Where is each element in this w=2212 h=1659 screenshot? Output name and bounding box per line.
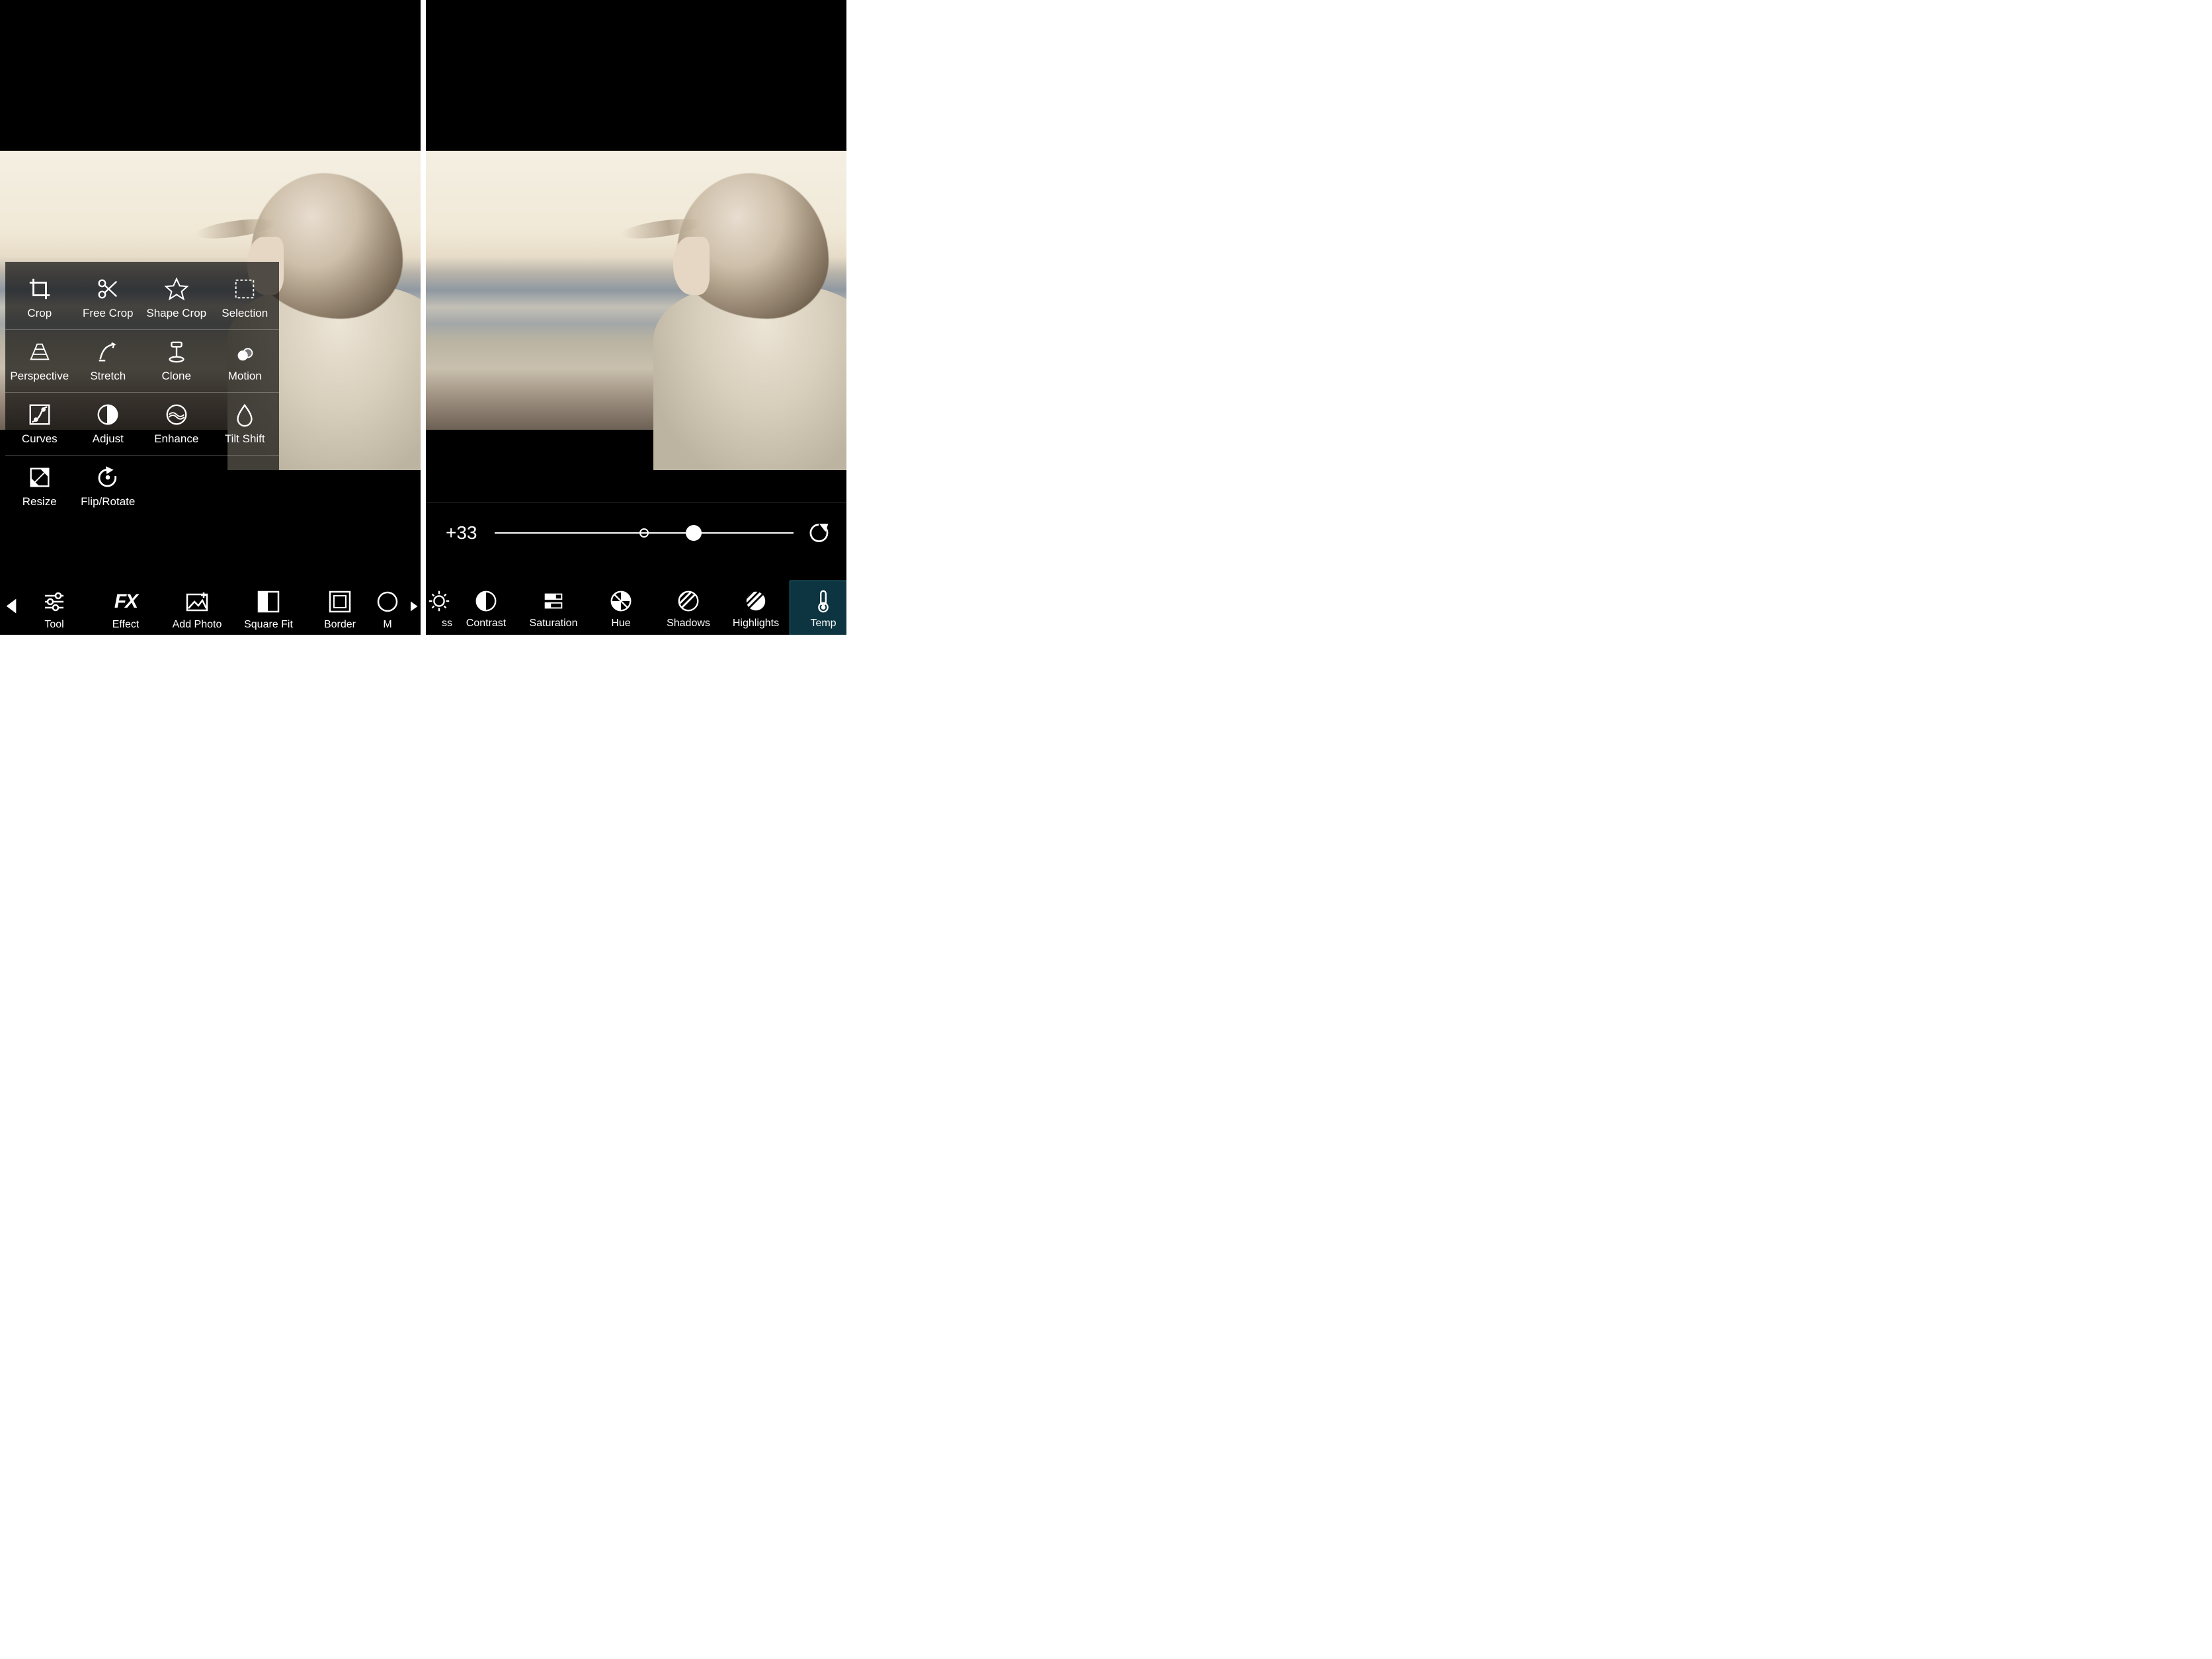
slider-thumb[interactable] bbox=[686, 525, 702, 541]
tool-label: Crop bbox=[27, 307, 52, 320]
tool-crop[interactable]: Crop bbox=[5, 272, 74, 324]
tool-label: Resize bbox=[22, 495, 57, 508]
brightness-icon bbox=[426, 588, 452, 614]
mask-icon bbox=[374, 588, 401, 615]
shadows-icon bbox=[675, 588, 702, 614]
tool-adjust[interactable]: Adjust bbox=[74, 398, 143, 450]
tool-curves[interactable]: Curves bbox=[5, 398, 74, 450]
adjust-shadows[interactable]: Shadows bbox=[655, 581, 722, 635]
tool-label: Curves bbox=[22, 432, 58, 446]
clone-icon bbox=[164, 339, 189, 364]
bottombar-label: Tool bbox=[44, 619, 63, 631]
tool-label: Clone bbox=[162, 370, 191, 383]
adjust-label: Hue bbox=[611, 618, 630, 629]
editor-pane-adjust: +33 ss Contrast Saturation Hue Shadows Highli… bbox=[423, 0, 846, 635]
temp-icon bbox=[810, 588, 837, 614]
star-icon bbox=[164, 276, 189, 302]
tool-shape-crop[interactable]: Shape Crop bbox=[142, 272, 211, 324]
tool-label: Flip/Rotate bbox=[81, 495, 135, 508]
adjust-label: Contrast bbox=[466, 618, 506, 629]
canvas-image bbox=[426, 151, 846, 430]
tool-selection[interactable]: Selection bbox=[211, 272, 280, 324]
contrast-icon bbox=[473, 588, 499, 614]
adjust-label: Temp bbox=[810, 618, 836, 629]
tool-resize[interactable]: Resize bbox=[5, 461, 74, 512]
bottom-toolbar-left: Tool FX Effect Add Photo Square Fit Border M bbox=[0, 578, 421, 635]
bottombar-label: Add Photo bbox=[173, 619, 222, 631]
adjust-icon bbox=[95, 402, 120, 427]
selection-icon bbox=[232, 276, 257, 302]
saturation-icon bbox=[540, 588, 567, 614]
tool-clone[interactable]: Clone bbox=[142, 335, 211, 387]
tool-label: Stretch bbox=[90, 370, 126, 383]
adjust-contrast[interactable]: Contrast bbox=[452, 581, 520, 635]
perspective-icon bbox=[27, 339, 52, 364]
stretch-icon bbox=[95, 339, 120, 364]
editor-pane-tools: Crop Free Crop Shape Crop Selection Perspect… bbox=[0, 0, 423, 635]
tool-label: Enhance bbox=[154, 432, 198, 446]
curves-icon bbox=[27, 402, 52, 427]
bottombar-effect[interactable]: FX Effect bbox=[90, 588, 161, 635]
highlights-icon bbox=[743, 588, 769, 614]
adjust-temp[interactable]: Temp bbox=[790, 581, 846, 635]
adjust-highlights[interactable]: Highlights bbox=[722, 581, 790, 635]
forward-arrow-icon[interactable] bbox=[409, 598, 421, 614]
adjust-label: Saturation bbox=[530, 618, 578, 629]
tool-enhance[interactable]: Enhance bbox=[142, 398, 211, 450]
droplet-icon bbox=[232, 402, 257, 427]
bottombar-border[interactable]: Border bbox=[304, 588, 376, 635]
enhance-icon bbox=[164, 402, 189, 427]
rotate-icon bbox=[95, 465, 120, 490]
adjust-slider-area: +33 bbox=[426, 503, 846, 562]
tool-popup-menu: Crop Free Crop Shape Crop Selection Perspect… bbox=[5, 262, 279, 520]
adjust-label: ss bbox=[442, 618, 452, 629]
square-fit-icon bbox=[255, 588, 282, 615]
adjust-label: Highlights bbox=[733, 618, 779, 629]
tool-label: Adjust bbox=[93, 432, 124, 446]
tool-label: Shape Crop bbox=[146, 307, 206, 320]
slider-value-label: +33 bbox=[446, 522, 483, 544]
bottombar-label: Effect bbox=[112, 619, 140, 631]
bottombar-add-photo[interactable]: Add Photo bbox=[161, 588, 233, 635]
fx-icon: FX bbox=[112, 588, 139, 615]
tool-free-crop[interactable]: Free Crop bbox=[74, 272, 143, 324]
adjust-hue[interactable]: Hue bbox=[587, 581, 655, 635]
bottombar-label: Square Fit bbox=[244, 619, 293, 631]
tool-label: Free Crop bbox=[83, 307, 134, 320]
tool-flip-rotate[interactable]: Flip/Rotate bbox=[74, 461, 143, 512]
slider-center-marker bbox=[639, 528, 649, 538]
border-icon bbox=[327, 588, 353, 615]
tool-label: Perspective bbox=[10, 370, 69, 383]
bottombar-square-fit[interactable]: Square Fit bbox=[233, 588, 304, 635]
tool-label: Tilt Shift bbox=[225, 432, 265, 446]
adjust-saturation[interactable]: Saturation bbox=[520, 581, 587, 635]
add-photo-icon bbox=[184, 588, 210, 615]
hue-icon bbox=[608, 588, 634, 614]
bottombar-tool[interactable]: Tool bbox=[19, 588, 90, 635]
tool-tilt-shift[interactable]: Tilt Shift bbox=[211, 398, 280, 450]
sliders-icon bbox=[41, 588, 67, 615]
photo-subject bbox=[657, 173, 846, 438]
resize-icon bbox=[27, 465, 52, 490]
adjust-label: Shadows bbox=[667, 618, 710, 629]
tool-motion[interactable]: Motion bbox=[211, 335, 280, 387]
tool-label: Motion bbox=[228, 370, 262, 383]
tool-label: Selection bbox=[222, 307, 268, 320]
bottombar-label: M bbox=[383, 619, 391, 631]
tool-perspective[interactable]: Perspective bbox=[5, 335, 74, 387]
reset-icon[interactable] bbox=[805, 520, 832, 546]
adjust-brightness[interactable]: ss bbox=[426, 581, 452, 635]
adjust-toolbar: ss Contrast Saturation Hue Shadows Highlights… bbox=[426, 574, 846, 635]
temp-slider[interactable] bbox=[495, 523, 794, 543]
tool-stretch[interactable]: Stretch bbox=[74, 335, 143, 387]
bottombar-label: Border bbox=[324, 619, 356, 631]
bottombar-mask[interactable]: M bbox=[376, 588, 399, 635]
scissors-icon bbox=[95, 276, 120, 302]
crop-icon bbox=[27, 276, 52, 302]
motion-icon bbox=[232, 339, 257, 364]
back-arrow-icon[interactable] bbox=[0, 596, 19, 616]
